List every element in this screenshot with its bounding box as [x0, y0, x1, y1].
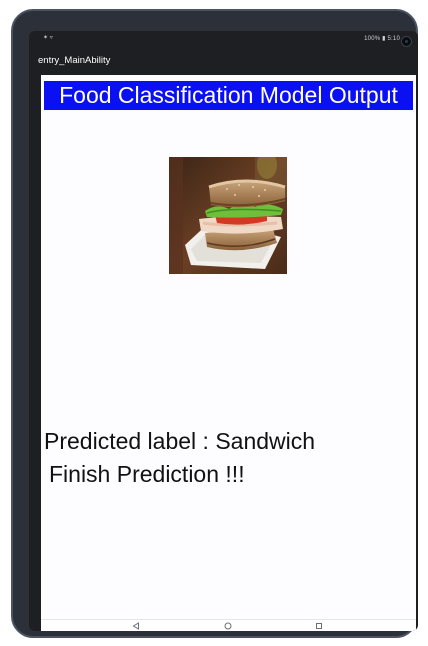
sandwich-image [169, 157, 287, 274]
prediction-status-text: Finish Prediction !!! [49, 461, 245, 487]
app-title: entry_MainAbility [38, 55, 111, 66]
status-bar: ✶ ▿ 100% ▮ 5:10 [29, 31, 418, 45]
predicted-label-text: Predicted label : Sandwich [44, 428, 316, 454]
recents-square-icon[interactable] [312, 620, 326, 631]
home-circle-icon[interactable] [221, 620, 235, 631]
status-battery-time: 100% ▮ 5:10 [364, 36, 400, 42]
page-title: Food Classification Model Output [44, 81, 413, 110]
status-icons-left: ✶ ▿ [43, 35, 53, 41]
app-bar: entry_MainAbility [29, 45, 418, 75]
device-screen: ✶ ▿ 100% ▮ 5:10 entry_MainAbility Food C… [29, 31, 418, 631]
tablet-frame: ✶ ▿ 100% ▮ 5:10 entry_MainAbility Food C… [11, 9, 418, 638]
back-triangle-icon[interactable] [129, 620, 143, 631]
main-content: Food Classification Model Output Predict… [41, 75, 416, 619]
system-nav-bar [41, 619, 416, 631]
